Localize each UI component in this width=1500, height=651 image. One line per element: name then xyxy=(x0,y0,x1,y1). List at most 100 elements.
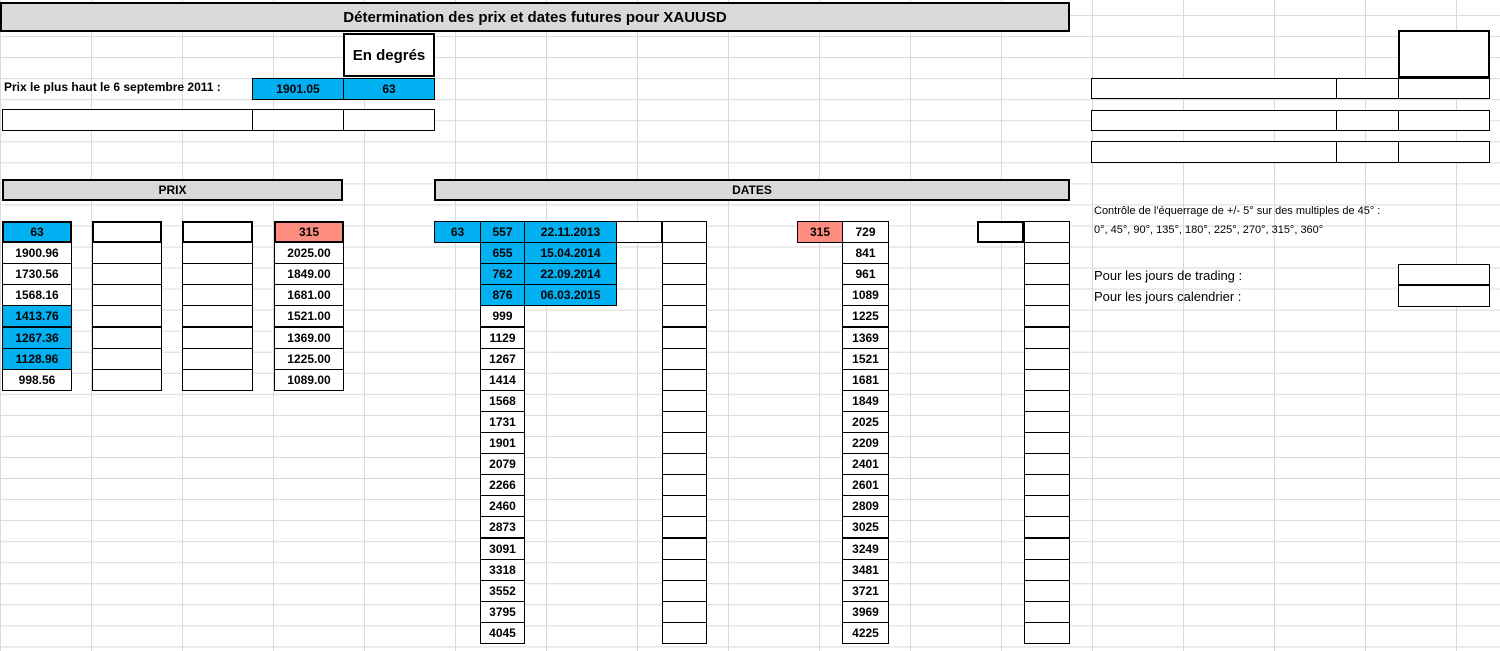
dates-left-date[interactable]: 22.09.2014 xyxy=(524,263,617,285)
dates-left-empty[interactable] xyxy=(662,538,707,560)
dates-right-number[interactable]: 2209 xyxy=(842,432,889,454)
dates-right-empty[interactable] xyxy=(1024,242,1070,264)
right-row1-c[interactable] xyxy=(1398,78,1490,99)
dates-right-empty[interactable] xyxy=(1024,284,1070,306)
right-row2-c[interactable] xyxy=(1398,110,1490,131)
prix-col3-cell[interactable] xyxy=(182,348,253,370)
prix-col4-cell[interactable]: 2025.00 xyxy=(274,242,344,264)
prix-col2-cell[interactable] xyxy=(92,369,162,391)
dates-left-number[interactable]: 1901 xyxy=(480,432,525,454)
dates-right-empty[interactable] xyxy=(1024,495,1070,517)
dates-left-empty[interactable] xyxy=(662,622,707,644)
dates-right-number[interactable]: 3249 xyxy=(842,538,889,560)
dates-left-date[interactable]: 22.11.2013 xyxy=(524,221,617,243)
prix-col3-cell[interactable] xyxy=(182,305,253,327)
prix-col2-cell[interactable] xyxy=(92,284,162,306)
dates-left-number[interactable]: 3552 xyxy=(480,580,525,602)
dates-right-number[interactable]: 2401 xyxy=(842,453,889,475)
dates-left-empty[interactable] xyxy=(662,516,707,538)
dates-left-empty[interactable] xyxy=(662,580,707,602)
dates-left-number[interactable]: 2079 xyxy=(480,453,525,475)
empty-cell-a[interactable] xyxy=(2,109,253,131)
dates-right-empty[interactable] xyxy=(1024,601,1070,623)
dates-right-number[interactable]: 1681 xyxy=(842,369,889,391)
dates-left-empty[interactable] xyxy=(662,559,707,581)
dates-right-extra[interactable] xyxy=(977,221,1024,243)
prix-col2-cell[interactable] xyxy=(92,327,162,349)
right-row3-a[interactable] xyxy=(1091,141,1337,163)
prix-col4-cell[interactable]: 1089.00 xyxy=(274,369,344,391)
dates-right-number[interactable]: 2601 xyxy=(842,474,889,496)
prix-col3-cell[interactable] xyxy=(182,327,253,349)
dates-right-empty[interactable] xyxy=(1024,474,1070,496)
prix-col4-cell[interactable]: 1521.00 xyxy=(274,305,344,327)
right-row2-b[interactable] xyxy=(1336,110,1399,131)
prix-col1-cell[interactable]: 1267.36 xyxy=(2,327,72,349)
dates-right-empty[interactable] xyxy=(1024,432,1070,454)
dates-left-number[interactable]: 2266 xyxy=(480,474,525,496)
prix-col1-cell[interactable]: 1730.56 xyxy=(2,263,72,285)
prix-col4-head[interactable]: 315 xyxy=(274,221,344,243)
dates-right-number[interactable]: 961 xyxy=(842,263,889,285)
dates-left-number[interactable]: 762 xyxy=(480,263,525,285)
dates-left-empty[interactable] xyxy=(662,263,707,285)
prix-col2-cell[interactable] xyxy=(92,242,162,264)
dates-left-number[interactable]: 3091 xyxy=(480,538,525,560)
right-row1-b[interactable] xyxy=(1336,78,1399,99)
dates-right-number[interactable]: 1849 xyxy=(842,390,889,412)
dates-right-empty[interactable] xyxy=(1024,538,1070,560)
right-top-box[interactable] xyxy=(1398,30,1490,78)
dates-left-empty[interactable] xyxy=(662,348,707,370)
dates-right-number[interactable]: 3969 xyxy=(842,601,889,623)
prix-col2-head[interactable] xyxy=(92,221,162,243)
dates-right-number[interactable]: 1369 xyxy=(842,327,889,349)
dates-right-number[interactable]: 3481 xyxy=(842,559,889,581)
dates-left-number[interactable]: 3795 xyxy=(480,601,525,623)
dates-left-number[interactable]: 557 xyxy=(480,221,525,243)
prix-col2-cell[interactable] xyxy=(92,348,162,370)
prix-col4-cell[interactable]: 1849.00 xyxy=(274,263,344,285)
dates-right-empty[interactable] xyxy=(1024,327,1070,349)
prix-col4-cell[interactable]: 1681.00 xyxy=(274,284,344,306)
dates-left-empty[interactable] xyxy=(662,411,707,433)
dates-right-number[interactable]: 3025 xyxy=(842,516,889,538)
prix-col2-cell[interactable] xyxy=(92,263,162,285)
dates-left-extra[interactable] xyxy=(616,221,662,243)
dates-left-empty[interactable] xyxy=(662,474,707,496)
dates-right-number[interactable]: 1225 xyxy=(842,305,889,327)
dates-left-date[interactable]: 06.03.2015 xyxy=(524,284,617,306)
prix-col3-head[interactable] xyxy=(182,221,253,243)
dates-left-number[interactable]: 999 xyxy=(480,305,525,327)
dates-left-number[interactable]: 4045 xyxy=(480,622,525,644)
prix-col1-cell[interactable]: 1413.76 xyxy=(2,305,72,327)
dates-left-empty[interactable] xyxy=(662,305,707,327)
empty-cell-c[interactable] xyxy=(343,109,435,131)
prix-col3-cell[interactable] xyxy=(182,263,253,285)
prix-col1-cell[interactable]: 1568.16 xyxy=(2,284,72,306)
dates-left-number[interactable]: 655 xyxy=(480,242,525,264)
dates-left-empty[interactable] xyxy=(662,601,707,623)
dates-left-number[interactable]: 1129 xyxy=(480,327,525,349)
dates-left-empty[interactable] xyxy=(662,242,707,264)
dates-right-number[interactable]: 2809 xyxy=(842,495,889,517)
dates-left-number[interactable]: 1414 xyxy=(480,369,525,391)
dates-left-number[interactable]: 3318 xyxy=(480,559,525,581)
dates-right-empty[interactable] xyxy=(1024,348,1070,370)
right-row3-c[interactable] xyxy=(1398,141,1490,163)
dates-right-empty[interactable] xyxy=(1024,453,1070,475)
right-row3-b[interactable] xyxy=(1336,141,1399,163)
dates-left-empty[interactable] xyxy=(662,390,707,412)
dates-left-number[interactable]: 1568 xyxy=(480,390,525,412)
dates-right-number[interactable]: 841 xyxy=(842,242,889,264)
prix-col2-cell[interactable] xyxy=(92,305,162,327)
right-row2-a[interactable] xyxy=(1091,110,1337,131)
dates-right-number[interactable]: 3721 xyxy=(842,580,889,602)
prix-col1-cell[interactable]: 1128.96 xyxy=(2,348,72,370)
dates-right-number[interactable]: 729 xyxy=(842,221,889,243)
dates-left-empty[interactable] xyxy=(662,221,707,243)
dates-left-number[interactable]: 1267 xyxy=(480,348,525,370)
dates-left-date[interactable]: 15.04.2014 xyxy=(524,242,617,264)
dates-right-empty[interactable] xyxy=(1024,221,1070,243)
prix-col1-head[interactable]: 63 xyxy=(2,221,72,243)
dates-right-number[interactable]: 1089 xyxy=(842,284,889,306)
